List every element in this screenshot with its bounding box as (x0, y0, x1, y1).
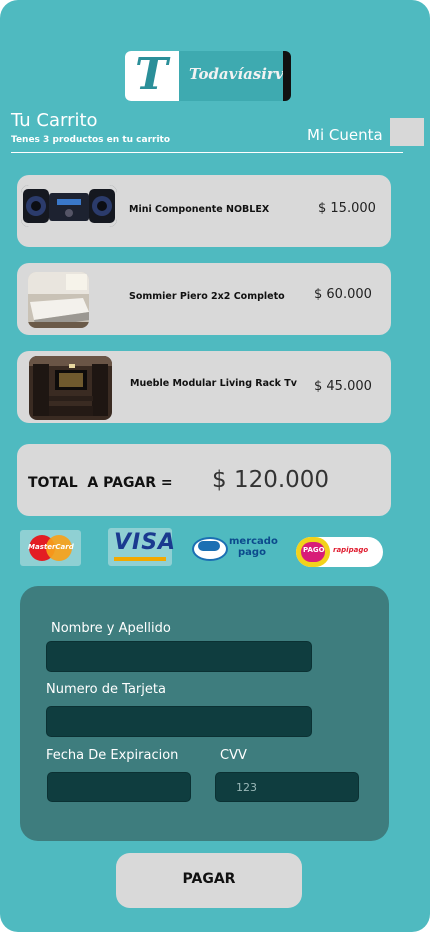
expiry-input[interactable] (47, 772, 191, 802)
header-divider (11, 152, 403, 153)
bed-image (28, 272, 89, 328)
pay-button-label: PAGAR (182, 871, 236, 887)
cvv-input[interactable]: 123 (215, 772, 359, 802)
pagofacil-rapipago-logo[interactable]: PAGO rapipago (296, 537, 383, 567)
card-number-label: Numero de Tarjeta (46, 682, 166, 697)
mastercard-logo[interactable]: MasterCard (20, 530, 81, 566)
visa-text: VISA (114, 530, 177, 555)
total-amount: $ 120.000 (212, 467, 330, 493)
checkout-screen: T Todavíasirve Tu Carrito Tenes 3 produc… (0, 0, 430, 932)
logo-letter: T (135, 51, 168, 100)
mercadopago-text: mercado (229, 536, 278, 547)
rapipago-text: rapipago (333, 546, 369, 554)
card-number-input[interactable] (46, 706, 312, 737)
account-avatar[interactable] (390, 118, 424, 146)
cart-item[interactable]: Sommier Piero 2x2 Completo $ 60.000 (17, 263, 391, 335)
item-name: Sommier Piero 2x2 Completo (129, 291, 285, 302)
pay-button[interactable]: PAGAR (116, 853, 302, 908)
item-name: Mueble Modular Living Rack Tv (130, 378, 297, 389)
cvv-label: CVV (220, 748, 247, 763)
stereo-image (21, 185, 117, 227)
name-input[interactable] (46, 641, 312, 672)
item-price: $ 45.000 (314, 379, 372, 394)
tv-rack-image (29, 356, 112, 420)
logo-wordmark: Todavíasirve (189, 65, 291, 83)
visa-logo[interactable]: VISA (108, 528, 175, 566)
cart-item[interactable]: Mini Componente NOBLEX $ 15.000 (17, 175, 391, 247)
account-link[interactable]: Mi Cuenta (307, 126, 383, 144)
item-price: $ 60.000 (314, 287, 372, 302)
pagofacil-text: PAGO (303, 546, 325, 554)
brand-logo[interactable]: T Todavíasirve (125, 51, 291, 101)
cvv-placeholder: 123 (236, 781, 257, 794)
cart-item[interactable]: Mueble Modular Living Rack Tv $ 45.000 (17, 351, 391, 423)
mastercard-text: MasterCard (28, 543, 74, 551)
mercadopago-logo[interactable]: mercado pago (192, 533, 280, 561)
payment-form: Nombre y Apellido Numero de Tarjeta Fech… (20, 586, 389, 841)
name-label: Nombre y Apellido (51, 621, 171, 636)
item-name: Mini Componente NOBLEX (129, 204, 270, 215)
page-title: Tu Carrito (11, 110, 98, 131)
cart-count-text: Tenes 3 productos en tu carrito (11, 135, 171, 145)
total-panel: TOTAL A PAGAR = $ 120.000 (17, 444, 391, 516)
mercadopago-text-2: pago (238, 547, 266, 558)
item-price: $ 15.000 (318, 201, 376, 216)
expiry-label: Fecha De Expiracion (46, 748, 179, 763)
total-label: TOTAL A PAGAR = (28, 475, 173, 491)
